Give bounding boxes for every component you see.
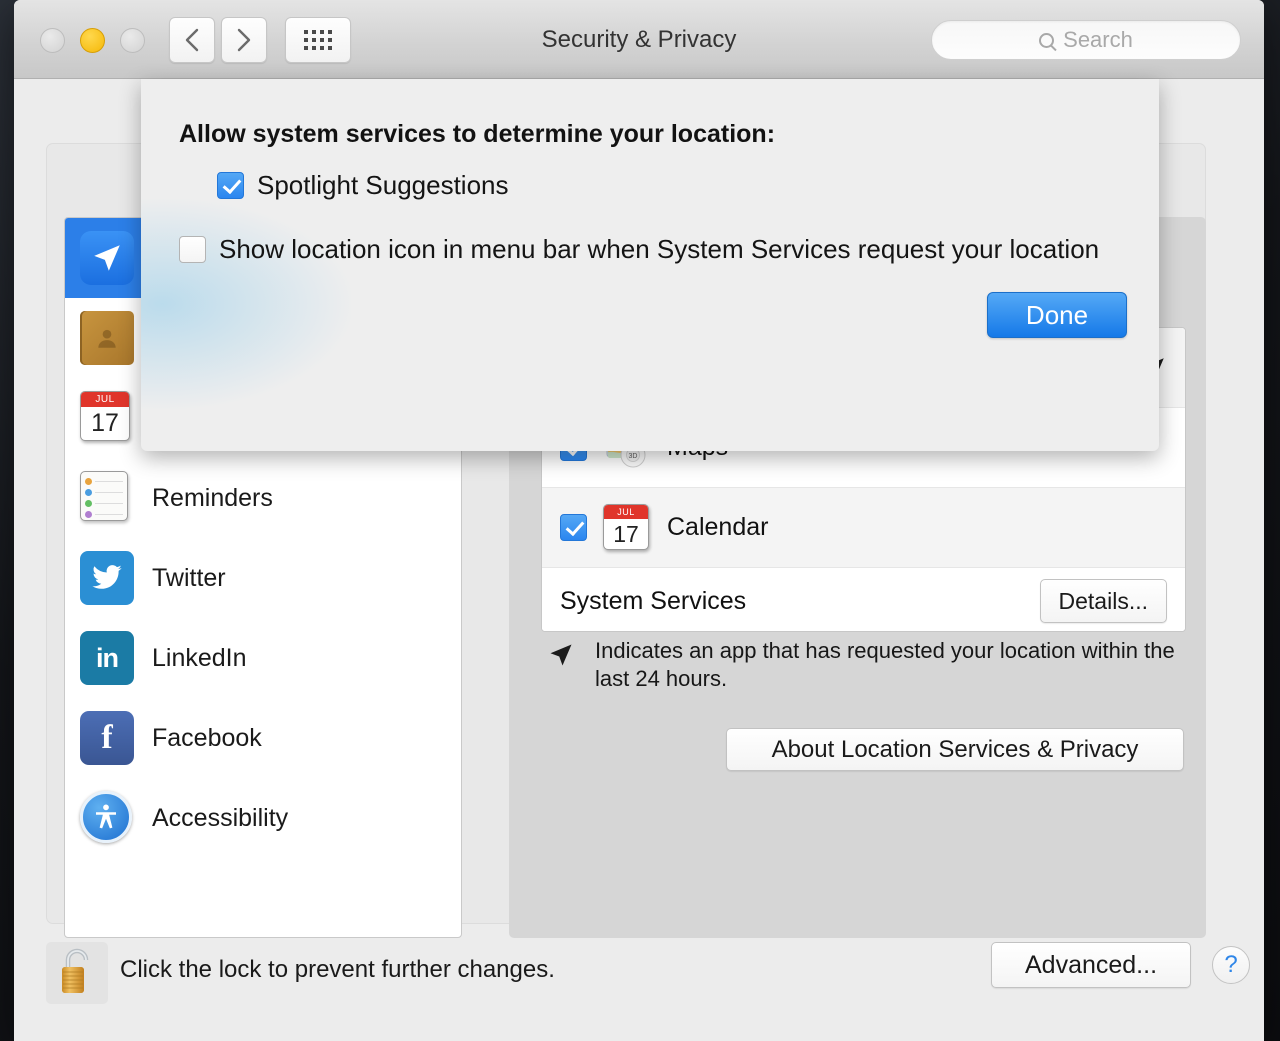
location-footnote: Indicates an app that has requested your…: [529, 637, 1189, 692]
details-button[interactable]: Details...: [1039, 579, 1167, 623]
contacts-book-icon: [80, 311, 134, 365]
sidebar-item-label: Facebook: [152, 723, 262, 752]
sidebar-item-reminders[interactable]: Reminders: [65, 458, 461, 538]
calendar-checkbox[interactable]: [560, 514, 587, 541]
show-location-icon-label: Show location icon in menu bar when Syst…: [219, 234, 1100, 264]
preference-pane-body: Location Services Contacts JUL 17 Cal: [14, 79, 1264, 1041]
sidebar-item-accessibility[interactable]: Accessibility: [65, 778, 461, 858]
app-name: Calendar: [667, 513, 769, 541]
lock-button[interactable]: [46, 942, 108, 1004]
accessibility-icon: [80, 791, 134, 845]
system-services-label: System Services: [560, 586, 747, 615]
location-arrow-icon: [547, 637, 577, 674]
system-preferences-window: Security & Privacy Search Location Servi…: [14, 0, 1264, 1041]
sheet-glow-decoration: [141, 199, 351, 409]
sidebar-item-label: Twitter: [152, 563, 226, 592]
facebook-icon: f: [80, 711, 134, 765]
location-arrow-icon: [80, 231, 134, 285]
advanced-button[interactable]: Advanced...: [991, 942, 1191, 988]
spotlight-suggestions-row[interactable]: Spotlight Suggestions: [217, 170, 509, 201]
about-location-services-button[interactable]: About Location Services & Privacy: [726, 728, 1184, 771]
spotlight-suggestions-checkbox[interactable]: [217, 172, 244, 199]
unlocked-padlock-icon: [55, 946, 99, 1001]
sidebar-item-label: LinkedIn: [152, 643, 247, 672]
sidebar-item-label: Reminders: [152, 483, 273, 512]
lock-status-text: Click the lock to prevent further change…: [120, 956, 555, 983]
sidebar-item-label: Accessibility: [152, 803, 289, 832]
sidebar-item-twitter[interactable]: Twitter: [65, 538, 461, 618]
twitter-icon: [80, 551, 134, 605]
search-input[interactable]: Search: [931, 20, 1241, 60]
system-services-row: System Services Details...: [542, 568, 1185, 631]
sidebar-item-linkedin[interactable]: in LinkedIn: [65, 618, 461, 698]
calendar-icon: JUL 17: [603, 503, 651, 552]
sidebar-item-facebook[interactable]: f Facebook: [65, 698, 461, 778]
reminders-icon: [80, 471, 134, 525]
footnote-text: Indicates an app that has requested your…: [595, 638, 1175, 691]
calendar-icon: JUL 17: [80, 391, 134, 445]
system-services-sheet: Allow system services to determine your …: [141, 79, 1159, 451]
sheet-title: Allow system services to determine your …: [179, 120, 776, 148]
window-titlebar: Security & Privacy Search: [14, 0, 1264, 79]
spotlight-suggestions-label: Spotlight Suggestions: [257, 170, 509, 200]
search-icon: [1039, 32, 1055, 48]
preference-footer: Click the lock to prevent further change…: [14, 926, 1264, 1041]
help-button[interactable]: ?: [1212, 946, 1250, 984]
show-location-icon-checkbox[interactable]: [179, 236, 206, 263]
done-button[interactable]: Done: [987, 292, 1127, 338]
table-row[interactable]: JUL 17 Calendar: [542, 488, 1185, 568]
svg-text:3D: 3D: [629, 453, 638, 460]
search-placeholder: Search: [1063, 27, 1133, 52]
linkedin-icon: in: [80, 631, 134, 685]
show-location-icon-row[interactable]: Show location icon in menu bar when Syst…: [179, 234, 1099, 265]
